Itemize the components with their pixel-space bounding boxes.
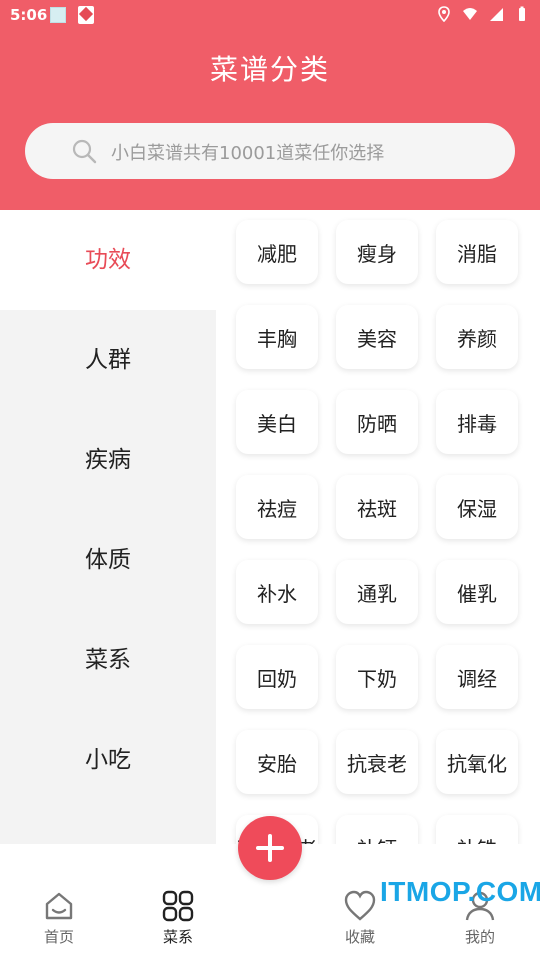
grid-icon: [162, 890, 194, 922]
tag-button[interactable]: 补铁: [436, 815, 518, 844]
header: 5:06 菜谱分类 小白菜谱共有10001道菜任你选择: [0, 0, 540, 210]
tag-button[interactable]: 下奶: [336, 645, 418, 709]
tag-button[interactable]: 养颜: [436, 305, 518, 369]
search-input-placeholder[interactable]: 小白菜谱共有10001道菜任你选择: [111, 139, 384, 165]
nav-label: 首页: [43, 928, 74, 946]
tag-button[interactable]: 回奶: [236, 645, 318, 709]
tag-button[interactable]: 催乳: [436, 560, 518, 624]
watermark: ITMOP.COM: [380, 876, 540, 907]
sidebar-item[interactable]: 菜系: [0, 610, 216, 710]
tag-button[interactable]: 美白: [236, 390, 318, 454]
sidebar-item[interactable]: 体质: [0, 510, 216, 610]
home-icon: [45, 892, 73, 920]
signal-icon: [490, 8, 503, 21]
tag-button[interactable]: 补钙: [336, 815, 418, 844]
tag-button[interactable]: 防晒: [336, 390, 418, 454]
nav-label: 菜系: [162, 928, 193, 946]
status-time: 5:06: [10, 6, 48, 24]
tag-button[interactable]: 丰胸: [236, 305, 318, 369]
tag-button[interactable]: 祛斑: [336, 475, 418, 539]
status-bar: 5:06: [0, 0, 540, 30]
nav-cuisine[interactable]: 菜系: [133, 888, 223, 947]
search-bar[interactable]: 小白菜谱共有10001道菜任你选择: [25, 123, 515, 179]
tag-button[interactable]: 消脂: [436, 220, 518, 284]
sidebar-item[interactable]: 人群: [0, 310, 216, 410]
location-icon: [438, 6, 450, 22]
tag-button[interactable]: 排毒: [436, 390, 518, 454]
tag-grid: 减肥 瘦身 消脂丰胸 美容 养颜美白 防晒 排毒祛痘 祛斑 保湿补水 通乳 催乳回奶 下奶 调经安胎 抗衰…: [216, 210, 540, 844]
tag-button[interactable]: 瘦身: [336, 220, 418, 284]
wifi-icon: [463, 8, 477, 20]
add-button[interactable]: [238, 816, 302, 880]
tag-button[interactable]: 抗氧化: [436, 730, 518, 794]
plus-icon: [256, 834, 284, 862]
sidebar-item[interactable]: 疾病: [0, 410, 216, 510]
sidebar-item[interactable]: 小吃: [0, 710, 216, 810]
tag-button[interactable]: 调经: [436, 645, 518, 709]
battery-icon: [519, 6, 525, 21]
sidebar-item[interactable]: 功效: [0, 210, 216, 310]
search-icon: [72, 139, 97, 164]
page-title: 菜谱分类: [209, 53, 330, 86]
status-icons: [436, 6, 530, 22]
tag-button[interactable]: 补水: [236, 560, 318, 624]
app-notification-icon-2: [78, 6, 94, 24]
tag-button[interactable]: 减肥: [236, 220, 318, 284]
tag-button[interactable]: 抗衰老: [336, 730, 418, 794]
tag-button[interactable]: 通乳: [336, 560, 418, 624]
nav-label: 我的: [464, 928, 495, 946]
nav-label: 收藏: [344, 928, 375, 946]
app-notification-icon: [50, 7, 66, 23]
category-sidebar: 功效 人群 疾病 体质 菜系 小吃: [0, 210, 216, 844]
tag-button[interactable]: 安胎: [236, 730, 318, 794]
tag-button[interactable]: 美容: [336, 305, 418, 369]
nav-home[interactable]: 首页: [14, 888, 104, 947]
heart-icon: [344, 890, 376, 921]
tag-button[interactable]: 保湿: [436, 475, 518, 539]
tag-button[interactable]: 祛痘: [236, 475, 318, 539]
